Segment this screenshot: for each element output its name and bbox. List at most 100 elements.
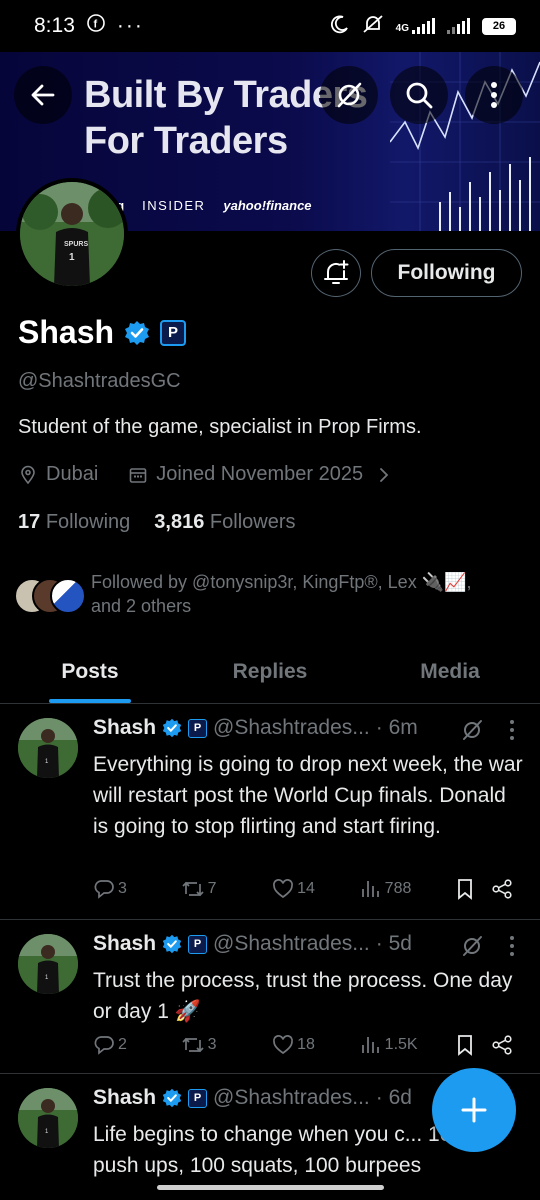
- following-label: Following: [45, 511, 131, 533]
- avatar-image: SPURS 1: [20, 182, 124, 286]
- post-timestamp: · 6d: [375, 1086, 412, 1109]
- repost-count: 3: [207, 1036, 217, 1053]
- svg-text:f: f: [93, 19, 97, 31]
- banner-logo: yahoo!finance: [223, 198, 312, 213]
- post-item[interactable]: 1 Shash P @Shashtrades... · 6m Everythin…: [0, 704, 540, 920]
- affiliate-badge[interactable]: P: [160, 319, 187, 346]
- profile-joined-date[interactable]: Joined November 2025: [156, 463, 363, 486]
- reply-icon: [94, 880, 114, 899]
- views-count: 788: [384, 880, 412, 897]
- profile-avatar[interactable]: SPURS 1: [16, 178, 128, 290]
- back-button[interactable]: [14, 66, 72, 124]
- share-icon: [492, 1035, 512, 1055]
- calendar-icon: [129, 467, 147, 483]
- followed-by-line1: Followed by @tonysnip3r, KingFtp®, Lex 🔌…: [91, 572, 472, 592]
- more-notifications-icon: ···: [116, 14, 144, 37]
- post-author-name[interactable]: Shash: [93, 932, 156, 956]
- post-actions: 3 7 14 788: [93, 878, 513, 900]
- reply-count: 2: [118, 1036, 127, 1053]
- like-button[interactable]: 14: [272, 878, 360, 900]
- like-count: 18: [297, 1036, 315, 1053]
- post-avatar[interactable]: 1: [18, 1088, 78, 1148]
- post-more-button[interactable]: [508, 936, 516, 956]
- back-arrow-icon: [31, 84, 55, 106]
- tab-media[interactable]: Media: [360, 640, 540, 703]
- compose-post-button[interactable]: [432, 1068, 516, 1152]
- post-text: Trust the process, trust the process. On…: [93, 969, 513, 1023]
- post-avatar[interactable]: 1: [18, 718, 78, 778]
- reply-button[interactable]: 2: [93, 1034, 181, 1056]
- repost-button[interactable]: 7: [181, 878, 273, 900]
- following-count-link[interactable]: 17 Following: [18, 511, 130, 534]
- more-options-button[interactable]: [465, 66, 523, 124]
- grok-button[interactable]: [320, 66, 378, 124]
- views-button[interactable]: 1.5K: [360, 1034, 456, 1056]
- reply-count: 3: [118, 880, 127, 897]
- followed-by-avatars: [14, 578, 88, 614]
- followers-count: 3,816: [154, 511, 205, 533]
- like-count: 14: [297, 880, 315, 897]
- bell-plus-icon: [324, 260, 349, 284]
- post-author-name[interactable]: Shash: [93, 1086, 156, 1110]
- post-author-handle: @Shashtrades...: [213, 1086, 370, 1109]
- profile-handle: @ShashtradesGC: [18, 370, 181, 392]
- bookmark-button[interactable]: [455, 878, 491, 900]
- affiliate-badge: P: [188, 934, 208, 954]
- display-name: Shash: [18, 314, 115, 350]
- verified-badge-icon: [162, 718, 182, 738]
- share-icon: [492, 879, 512, 899]
- post-author-handle: @Shashtrades...: [213, 932, 370, 955]
- search-icon: [406, 82, 433, 109]
- repost-button[interactable]: 3: [181, 1034, 273, 1056]
- post-timestamp: · 6m: [375, 716, 418, 739]
- views-button[interactable]: 788: [360, 878, 456, 900]
- post-avatar[interactable]: 1: [18, 934, 78, 994]
- grok-icon[interactable]: [460, 718, 484, 742]
- tab-replies[interactable]: Replies: [180, 640, 360, 703]
- post-author-name[interactable]: Shash: [93, 716, 156, 740]
- banner-logos: berg INSIDER yahoo!finance: [96, 198, 312, 213]
- heart-icon: [273, 1035, 294, 1055]
- views-icon: [361, 881, 379, 897]
- search-button[interactable]: [390, 66, 448, 124]
- profile-bio: Student of the game, specialist in Prop …: [18, 416, 422, 438]
- bookmark-button[interactable]: [455, 1034, 491, 1056]
- bookmark-icon: [458, 1035, 473, 1056]
- bookmark-icon: [458, 879, 473, 900]
- post-header: Shash P @Shashtrades... · 5d: [93, 932, 412, 956]
- battery-level: 26: [492, 20, 506, 32]
- reply-icon: [94, 1036, 114, 1055]
- reply-button[interactable]: 3: [93, 878, 181, 900]
- post-text: Everything is going to drop next week, t…: [93, 753, 523, 838]
- verified-badge-icon: [162, 934, 182, 954]
- grok-icon[interactable]: [460, 934, 484, 958]
- home-indicator[interactable]: [157, 1185, 384, 1190]
- heart-icon: [273, 879, 294, 899]
- plus-icon: [461, 1097, 487, 1123]
- repost-icon: [181, 1037, 204, 1053]
- chevron-right-icon[interactable]: [377, 466, 391, 484]
- dnd-moon-icon: [330, 14, 350, 38]
- status-time: 8:13: [34, 14, 75, 37]
- tab-posts[interactable]: Posts: [0, 640, 180, 703]
- followers-count-link[interactable]: 3,816 Followers: [154, 511, 295, 534]
- following-count: 17: [18, 511, 41, 533]
- follow-counts: 17 Following 3,816 Followers: [18, 511, 296, 534]
- notifications-bell-button[interactable]: [311, 249, 361, 297]
- views-count: 1.5K: [384, 1036, 418, 1053]
- following-button[interactable]: Following: [371, 249, 522, 297]
- like-button[interactable]: 18: [272, 1034, 360, 1056]
- post-item[interactable]: 1 Shash P @Shashtrades... · 5d Trust the…: [0, 920, 540, 1074]
- status-bar: 8:13 f ··· 4G 26: [0, 0, 540, 52]
- verified-badge-icon: [162, 1088, 182, 1108]
- share-button[interactable]: [491, 878, 513, 900]
- svg-text:SPURS: SPURS: [64, 241, 88, 248]
- views-icon: [361, 1037, 379, 1053]
- facebook-icon: f: [87, 14, 105, 38]
- post-actions: 2 3 18 1.5K: [93, 1034, 513, 1056]
- verified-badge-icon[interactable]: [124, 320, 150, 346]
- network-type: 4G: [395, 23, 409, 34]
- post-more-button[interactable]: [508, 720, 516, 740]
- post-header: Shash P @Shashtrades... · 6d: [93, 1086, 412, 1110]
- share-button[interactable]: [491, 1034, 513, 1056]
